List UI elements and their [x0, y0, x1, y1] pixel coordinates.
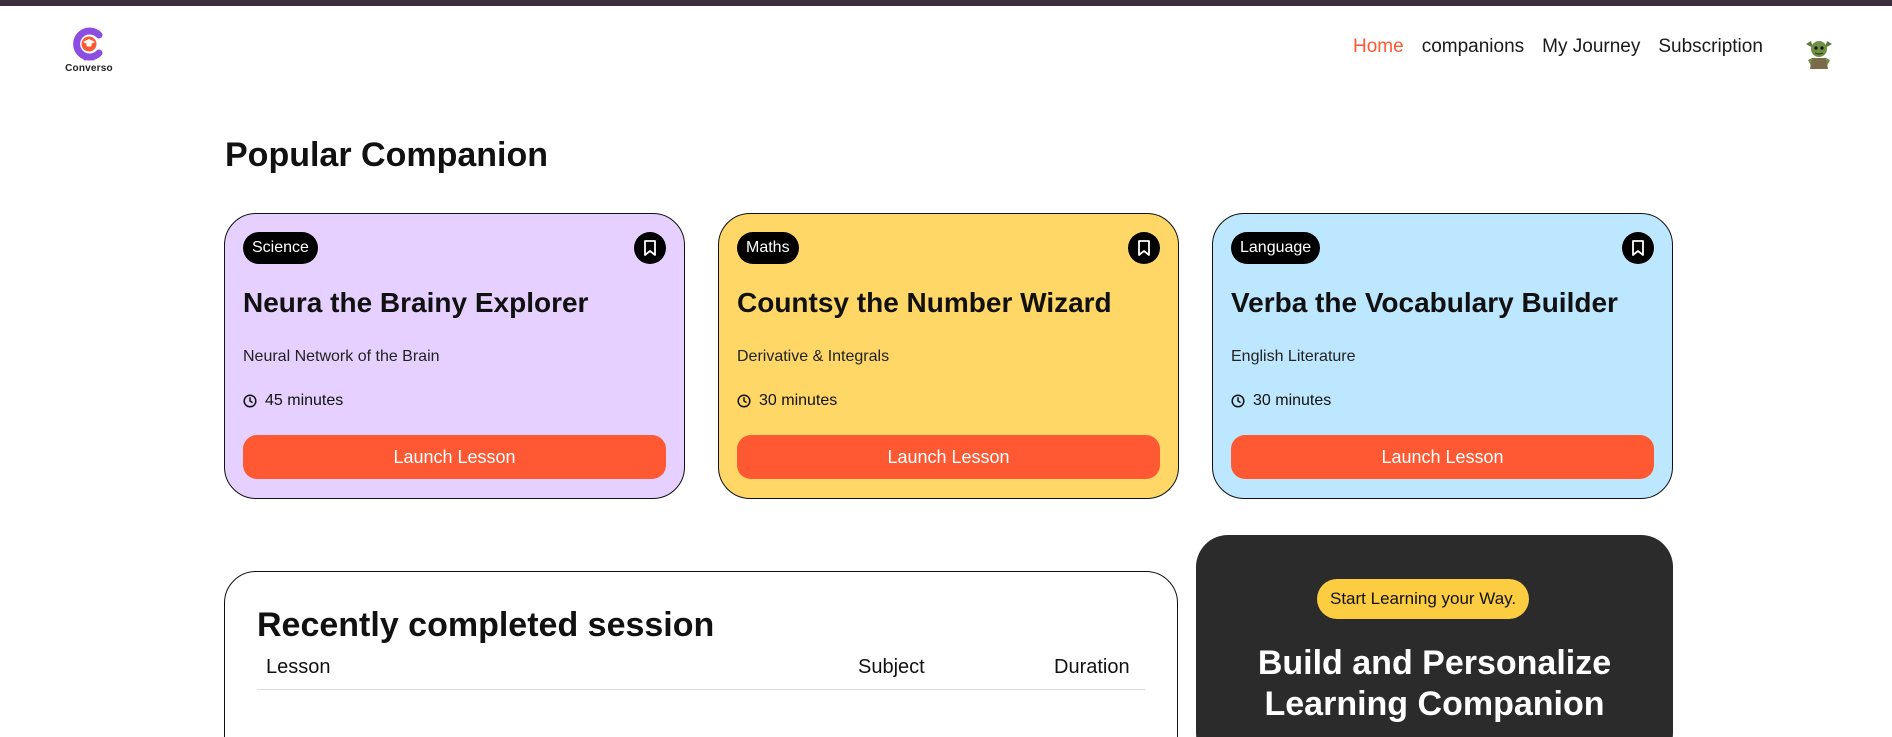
- brand-logo[interactable]: Converso: [64, 26, 114, 82]
- companion-name: Verba the Vocabulary Builder: [1231, 287, 1618, 318]
- companion-card: Science Neura the Brainy Explorer Neural…: [224, 213, 685, 499]
- companion-duration: 45 minutes: [243, 392, 343, 410]
- bookmark-icon: [1632, 240, 1644, 256]
- companion-duration: 30 minutes: [737, 392, 837, 410]
- recent-sessions-title: Recently completed session: [257, 606, 715, 644]
- companion-card: Language Verba the Vocabulary Builder En…: [1212, 213, 1673, 499]
- top-nav: Converso Home companions My Journey Subs…: [0, 6, 1892, 90]
- nav-links: Home companions My Journey Subscription: [1353, 36, 1763, 58]
- nav-link-my-journey[interactable]: My Journey: [1542, 36, 1640, 58]
- user-avatar[interactable]: [1804, 36, 1834, 70]
- companion-topic: Derivative & Integrals: [737, 348, 890, 365]
- bookmark-button[interactable]: [634, 232, 666, 264]
- cta-title-line-2: Learning Companion: [1264, 685, 1605, 723]
- duration-text: 30 minutes: [1253, 392, 1332, 409]
- cta-title-line-1: Build and Personalize: [1257, 644, 1612, 682]
- duration-text: 30 minutes: [759, 392, 838, 409]
- table-header-divider: [257, 689, 1145, 690]
- launch-lesson-button[interactable]: Launch Lesson: [1231, 435, 1654, 479]
- companion-name: Neura the Brainy Explorer: [243, 287, 589, 318]
- popular-companion-title: Popular Companion: [225, 136, 548, 174]
- cta-title: Build and Personalize Learning Companion: [1196, 643, 1673, 725]
- companion-topic: Neural Network of the Brain: [243, 348, 440, 365]
- companion-name: Countsy the Number Wizard: [737, 287, 1112, 318]
- subject-badge: Science: [243, 232, 318, 264]
- companion-topic: English Literature: [1231, 348, 1356, 365]
- nav-link-home[interactable]: Home: [1353, 36, 1404, 58]
- bookmark-button[interactable]: [1128, 232, 1160, 264]
- launch-lesson-button[interactable]: Launch Lesson: [243, 435, 666, 479]
- subject-badge: Language: [1231, 232, 1321, 264]
- clock-icon: [737, 394, 751, 408]
- launch-lesson-button[interactable]: Launch Lesson: [737, 435, 1160, 479]
- cta-panel: Start Learning your Way. Build and Perso…: [1196, 535, 1673, 737]
- subject-badge: Maths: [737, 232, 799, 264]
- nav-link-subscription[interactable]: Subscription: [1658, 36, 1763, 58]
- duration-text: 45 minutes: [265, 392, 344, 409]
- clock-icon: [243, 394, 257, 408]
- column-header-subject: Subject: [858, 656, 925, 678]
- column-header-duration: Duration: [1054, 656, 1130, 678]
- bookmark-icon: [644, 240, 656, 256]
- goblin-avatar-icon: [1806, 41, 1832, 69]
- column-header-lesson: Lesson: [266, 656, 331, 678]
- cta-badge[interactable]: Start Learning your Way.: [1317, 579, 1530, 619]
- nav-link-companions[interactable]: companions: [1422, 36, 1524, 58]
- companion-duration: 30 minutes: [1231, 392, 1331, 410]
- converso-logo-icon: [71, 26, 107, 62]
- bookmark-button[interactable]: [1622, 232, 1654, 264]
- clock-icon: [1231, 394, 1245, 408]
- bookmark-icon: [1138, 240, 1150, 256]
- companion-card: Maths Countsy the Number Wizard Derivati…: [718, 213, 1179, 499]
- recent-sessions-panel: Recently completed session Lesson Subjec…: [224, 571, 1178, 737]
- brand-name: Converso: [65, 63, 113, 74]
